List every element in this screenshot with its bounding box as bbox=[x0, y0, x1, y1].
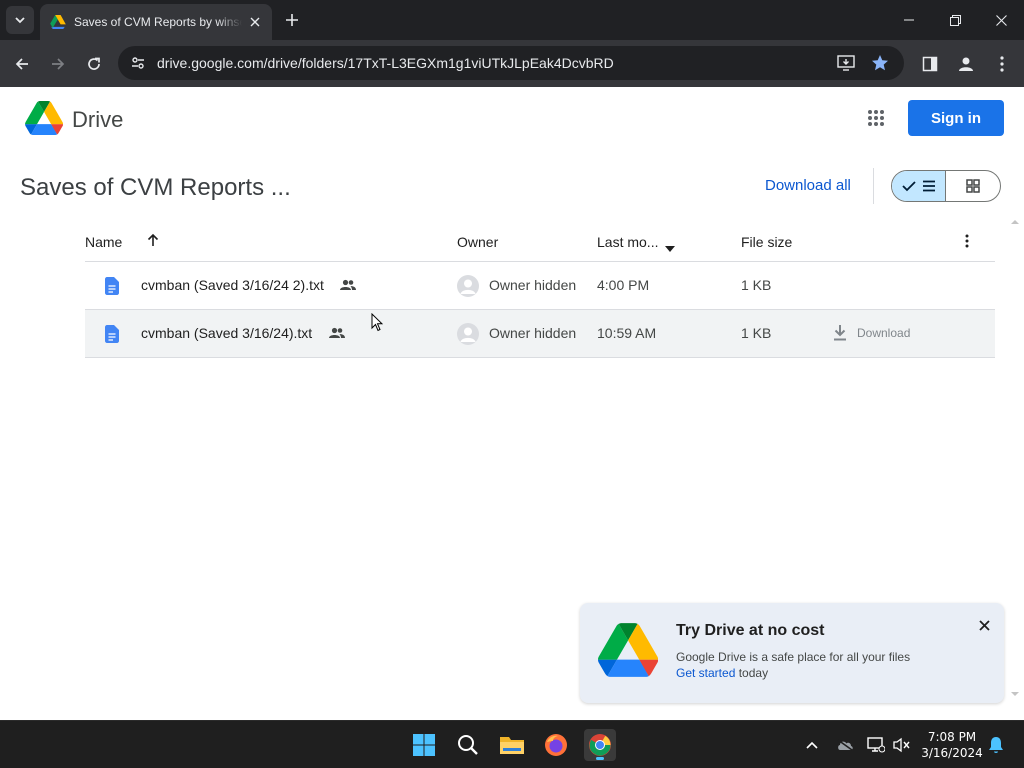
table-row[interactable]: cvmban (Saved 3/16/24).txt Owner hidden … bbox=[85, 310, 995, 358]
file-owner: Owner hidden bbox=[489, 325, 577, 341]
reload-icon[interactable] bbox=[80, 50, 108, 78]
promo-link-suffix: today bbox=[735, 666, 769, 680]
promo-title: Try Drive at no cost bbox=[676, 622, 825, 639]
owner-avatar bbox=[457, 323, 479, 345]
check-icon bbox=[901, 181, 916, 192]
drive-logo-icon bbox=[598, 623, 659, 682]
file-size: 1 KB bbox=[741, 277, 772, 293]
list-icon bbox=[922, 180, 935, 192]
sort-dropdown-icon[interactable] bbox=[665, 239, 675, 255]
taskbar: 7:08 PM 3/16/2024 bbox=[0, 720, 1024, 768]
back-icon[interactable] bbox=[8, 50, 36, 78]
bookmark-star-icon[interactable] bbox=[870, 53, 890, 73]
drive-favicon-icon bbox=[50, 15, 66, 29]
side-panel-icon[interactable] bbox=[916, 50, 944, 78]
scroll-up-icon[interactable] bbox=[1010, 218, 1020, 226]
file-owner: Owner hidden bbox=[489, 277, 577, 293]
onedrive-offline-icon[interactable] bbox=[835, 735, 855, 755]
firefox-icon[interactable] bbox=[540, 729, 572, 761]
download-all-button[interactable]: Download all bbox=[765, 177, 851, 194]
google-apps-icon[interactable] bbox=[862, 104, 890, 132]
download-icon bbox=[834, 325, 846, 341]
clock-date: 3/16/2024 bbox=[921, 746, 983, 760]
table-header: Name Owner Last mo... File size bbox=[85, 222, 995, 262]
forward-icon[interactable] bbox=[44, 50, 72, 78]
windows-start-icon[interactable] bbox=[408, 729, 440, 761]
get-started-link[interactable]: Get started bbox=[676, 666, 735, 680]
folder-title: Saves of CVM Reports ... bbox=[20, 174, 291, 201]
grid-icon bbox=[966, 179, 980, 193]
download-row-button[interactable]: Download bbox=[833, 324, 910, 341]
promo-card: Try Drive at no cost Google Drive is a s… bbox=[580, 603, 1004, 703]
file-modified: 4:00 PM bbox=[597, 277, 650, 293]
text-file-icon bbox=[105, 325, 119, 348]
new-tab-icon[interactable] bbox=[280, 8, 304, 32]
chevron-up-icon[interactable] bbox=[802, 735, 822, 755]
sort-ascending-icon[interactable] bbox=[147, 233, 159, 250]
file-table: Name Owner Last mo... File size cvmban (… bbox=[85, 222, 995, 358]
file-size: 1 KB bbox=[741, 325, 772, 341]
drive-logo-icon[interactable] bbox=[25, 101, 64, 140]
column-last-modified[interactable]: Last mo... bbox=[597, 234, 658, 250]
mouse-cursor-icon bbox=[371, 313, 383, 332]
notification-bell-icon[interactable] bbox=[986, 735, 1006, 755]
browser-toolbar: drive.google.com/drive/folders/17TxT-L3E… bbox=[0, 40, 1024, 87]
active-app-indicator bbox=[596, 757, 604, 760]
tab-close-icon[interactable] bbox=[246, 13, 264, 31]
chevron-down-icon bbox=[15, 17, 25, 24]
volume-muted-icon[interactable] bbox=[892, 735, 912, 755]
search-icon[interactable] bbox=[452, 729, 484, 761]
system-clock[interactable]: 7:08 PM 3/16/2024 bbox=[920, 729, 984, 761]
browser-tab-active[interactable]: Saves of CVM Reports by winse bbox=[40, 4, 272, 40]
column-name[interactable]: Name bbox=[85, 234, 122, 250]
promo-body: Google Drive is a safe place for all you… bbox=[676, 650, 911, 664]
shared-people-icon bbox=[340, 278, 356, 296]
close-window-icon[interactable] bbox=[978, 0, 1024, 40]
table-row[interactable]: cvmban (Saved 3/16/24 2).txt Owner hidde… bbox=[85, 262, 995, 310]
column-file-size[interactable]: File size bbox=[741, 234, 792, 250]
address-bar[interactable]: drive.google.com/drive/folders/17TxT-L3E… bbox=[118, 46, 904, 80]
file-modified: 10:59 AM bbox=[597, 325, 657, 341]
text-file-icon bbox=[105, 277, 119, 300]
view-toggle bbox=[891, 170, 1001, 202]
file-name[interactable]: cvmban (Saved 3/16/24).txt bbox=[141, 325, 312, 341]
close-icon[interactable] bbox=[974, 615, 994, 635]
promo-link-line: Get started today bbox=[676, 666, 768, 680]
owner-avatar bbox=[457, 275, 479, 297]
browser-menu-icon[interactable] bbox=[988, 50, 1016, 78]
site-info-icon[interactable] bbox=[126, 51, 150, 75]
browser-tab-strip: Saves of CVM Reports by winse bbox=[0, 0, 1024, 40]
chrome-icon[interactable] bbox=[584, 729, 616, 761]
sign-in-button[interactable]: Sign in bbox=[908, 100, 1004, 136]
minimize-icon[interactable] bbox=[886, 0, 932, 40]
network-icon[interactable] bbox=[866, 735, 886, 755]
url-text[interactable]: drive.google.com/drive/folders/17TxT-L3E… bbox=[157, 55, 614, 71]
restore-icon[interactable] bbox=[932, 0, 978, 40]
install-app-icon[interactable] bbox=[836, 53, 856, 73]
column-owner[interactable]: Owner bbox=[457, 234, 498, 250]
shared-people-icon bbox=[329, 326, 345, 344]
list-view-button[interactable] bbox=[892, 171, 947, 201]
profile-icon[interactable] bbox=[952, 50, 980, 78]
grid-view-button[interactable] bbox=[946, 171, 1000, 201]
toolbar-divider bbox=[873, 168, 874, 204]
file-explorer-icon[interactable] bbox=[496, 729, 528, 761]
file-name[interactable]: cvmban (Saved 3/16/24 2).txt bbox=[141, 277, 324, 293]
tab-title: Saves of CVM Reports by winse bbox=[74, 15, 242, 29]
download-label: Download bbox=[857, 325, 911, 340]
drive-brand-name[interactable]: Drive bbox=[72, 107, 123, 133]
drive-header: Drive Sign in bbox=[0, 87, 1024, 151]
clock-time: 7:08 PM bbox=[927, 730, 977, 744]
more-options-icon[interactable] bbox=[965, 234, 969, 251]
tab-search-button[interactable] bbox=[6, 6, 34, 34]
scroll-down-icon[interactable] bbox=[1010, 690, 1020, 698]
